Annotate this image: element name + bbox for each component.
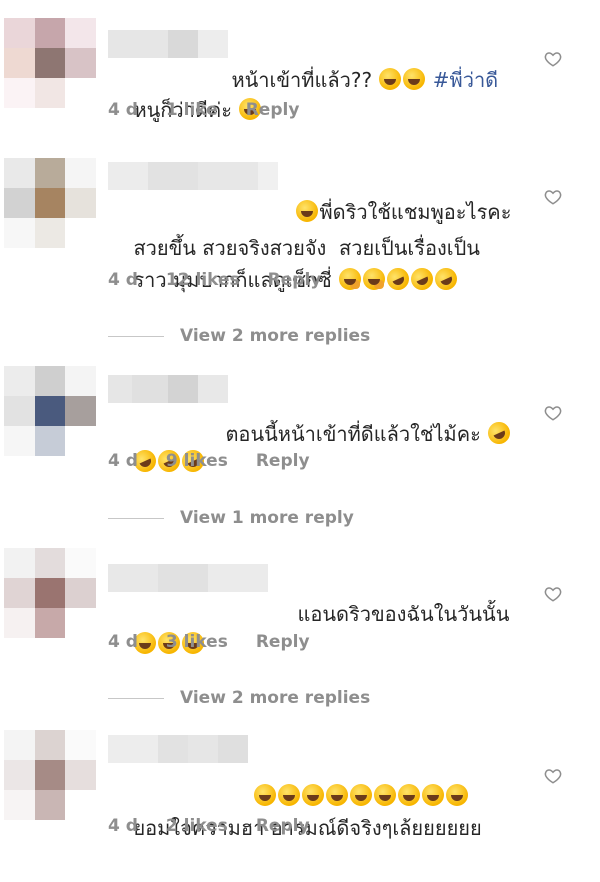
view-replies-button[interactable]: View 1 more reply <box>108 508 354 528</box>
hand-over-mouth-emoji-icon <box>339 268 362 290</box>
likes-count[interactable]: 1 like <box>166 100 218 120</box>
comment-meta: 4 d 9 likes Reply <box>108 451 310 471</box>
comment-age: 4 d <box>108 270 138 290</box>
username-blurred[interactable] <box>108 564 268 592</box>
comment-age: 4 d <box>108 100 138 120</box>
username-blurred[interactable] <box>108 162 278 190</box>
username-blurred[interactable] <box>108 735 248 763</box>
likes-count[interactable]: 3 likes <box>166 632 228 652</box>
hand-over-mouth-emoji-icon <box>363 268 386 290</box>
comment-age: 4 d <box>108 632 138 652</box>
reply-button[interactable]: Reply <box>256 451 310 471</box>
comment-age: 4 d <box>108 451 138 471</box>
avatar[interactable] <box>4 158 96 248</box>
avatar[interactable] <box>4 730 96 820</box>
heart-outline-icon[interactable] <box>544 767 562 785</box>
avatar[interactable] <box>4 18 96 108</box>
likes-count[interactable]: 2 likes <box>166 816 228 836</box>
view-replies-label[interactable]: View 2 more replies <box>180 688 370 708</box>
divider <box>108 697 164 699</box>
likes-count[interactable]: 12 likes <box>166 270 240 290</box>
divider <box>108 335 164 337</box>
comment-meta: 4 d 1 like Reply <box>108 100 299 120</box>
comment-meta: 4 d 2 likes Reply <box>108 816 310 836</box>
avatar[interactable] <box>4 548 96 638</box>
heart-outline-icon[interactable] <box>544 585 562 603</box>
reply-button[interactable]: Reply <box>268 270 322 290</box>
comment-age: 4 d <box>108 816 138 836</box>
view-replies-button[interactable]: View 2 more replies <box>108 326 370 346</box>
heart-outline-icon[interactable] <box>544 188 562 206</box>
view-replies-button[interactable]: View 2 more replies <box>108 688 370 708</box>
comment-meta: 4 d 12 likes Reply <box>108 270 321 290</box>
view-replies-label[interactable]: View 1 more reply <box>180 508 354 528</box>
heart-outline-icon[interactable] <box>544 404 562 422</box>
divider <box>108 517 164 519</box>
heart-outline-icon[interactable] <box>544 50 562 68</box>
rolling-laugh-emoji-icon <box>431 264 461 294</box>
view-replies-label[interactable]: View 2 more replies <box>180 326 370 346</box>
rolling-laugh-emoji-icon <box>407 264 437 294</box>
rolling-laugh-emoji-icon <box>383 264 413 294</box>
reply-button[interactable]: Reply <box>256 816 310 836</box>
likes-count[interactable]: 9 likes <box>166 451 228 471</box>
reply-button[interactable]: Reply <box>256 632 310 652</box>
reply-button[interactable]: Reply <box>246 100 300 120</box>
avatar[interactable] <box>4 366 96 456</box>
comment-meta: 4 d 3 likes Reply <box>108 632 310 652</box>
